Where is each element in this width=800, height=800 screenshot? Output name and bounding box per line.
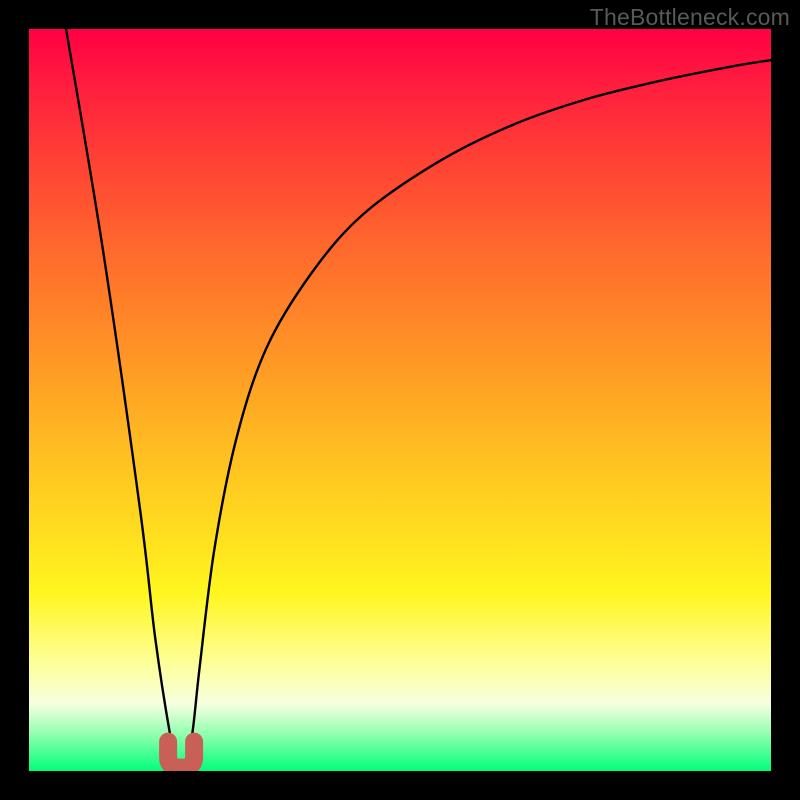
marker-path xyxy=(168,742,194,768)
plot-area xyxy=(29,29,771,771)
watermark-text: TheBottleneck.com xyxy=(590,4,790,31)
optimal-marker xyxy=(29,29,771,771)
chart-stage: TheBottleneck.com xyxy=(0,0,800,800)
